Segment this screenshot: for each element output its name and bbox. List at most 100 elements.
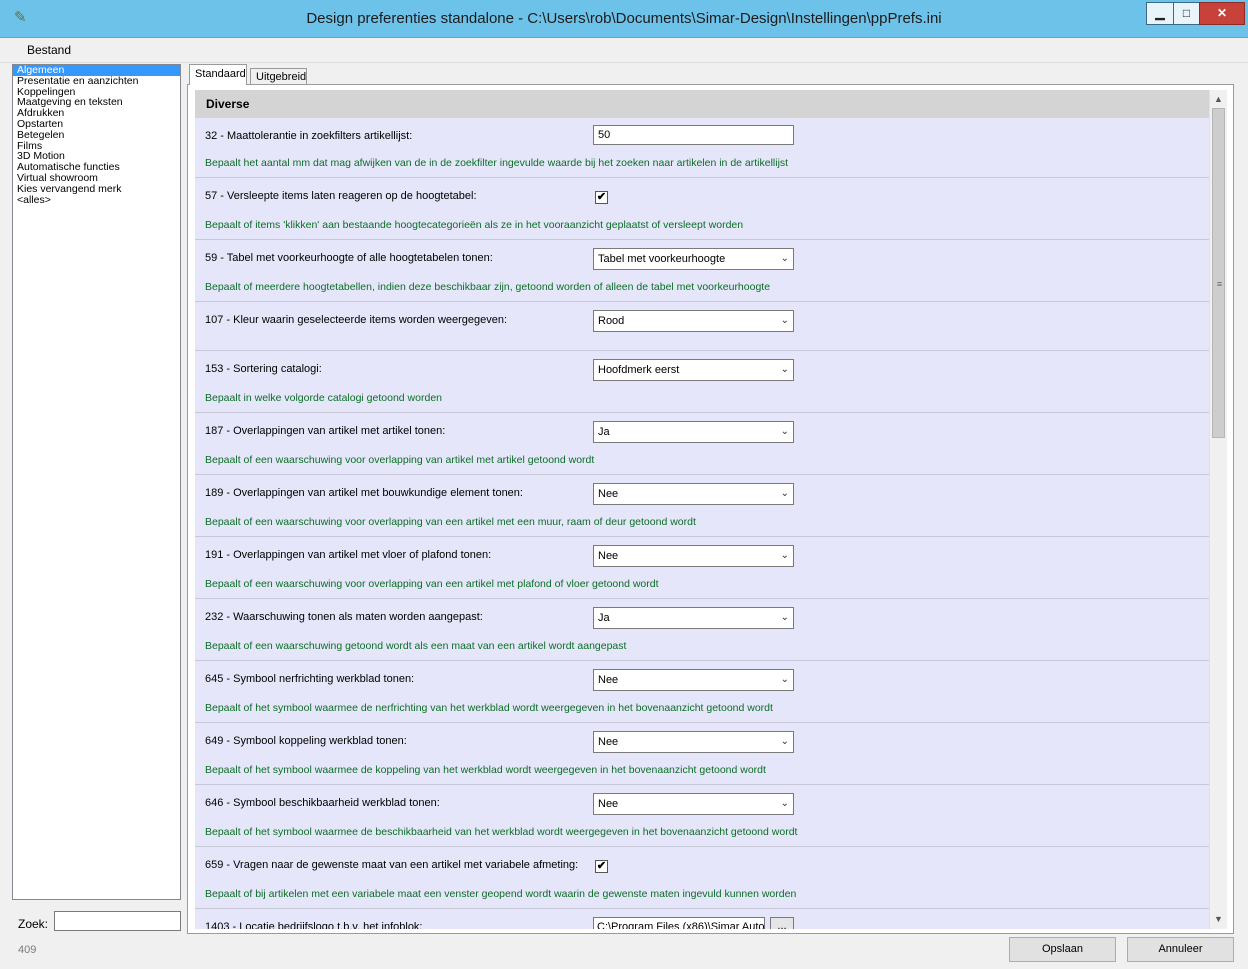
setting-dropdown[interactable]: Nee ⌄ — [593, 669, 794, 691]
dropdown-value: Rood — [598, 315, 625, 327]
setting-label: 191 - Overlappingen van artikel met vloe… — [205, 549, 492, 561]
settings-grid: Diverse 32 - Maattolerantie in zoekfilte… — [195, 90, 1209, 929]
section-header: Diverse — [195, 90, 1209, 118]
item-count: 409 — [18, 944, 37, 956]
setting-row: 187 - Overlappingen van artikel met arti… — [195, 413, 1209, 475]
grip-icon: ≡ — [1216, 279, 1223, 289]
setting-dropdown[interactable]: Nee ⌄ — [593, 731, 794, 753]
setting-row: 59 - Tabel met voorkeurhoogte of alle ho… — [195, 240, 1209, 302]
setting-checkbox[interactable]: ✔ — [595, 191, 608, 204]
minimize-button[interactable]: ▁ — [1146, 2, 1174, 25]
chevron-down-icon: ⌄ — [780, 488, 789, 499]
setting-dropdown[interactable]: Hoofdmerk eerst ⌄ — [593, 359, 794, 381]
close-button[interactable]: ✕ — [1199, 2, 1245, 25]
setting-dropdown[interactable]: Ja ⌄ — [593, 607, 794, 629]
setting-label: 189 - Overlappingen van artikel met bouw… — [205, 487, 523, 499]
setting-dropdown[interactable]: Rood ⌄ — [593, 310, 794, 332]
chevron-down-icon: ⌄ — [780, 612, 789, 623]
maximize-button[interactable]: □ — [1173, 2, 1200, 25]
setting-row: 646 - Symbool beschikbaarheid werkblad t… — [195, 785, 1209, 847]
title-bar: ✎ Design preferenties standalone - C:\Us… — [0, 0, 1248, 38]
setting-row: 232 - Waarschuwing tonen als maten worde… — [195, 599, 1209, 661]
dropdown-value: Nee — [598, 798, 619, 810]
setting-description: Bepaalt of items 'klikken' aan bestaande… — [205, 219, 744, 231]
setting-checkbox[interactable]: ✔ — [595, 860, 608, 873]
setting-label: 646 - Symbool beschikbaarheid werkblad t… — [205, 797, 440, 809]
cancel-button[interactable]: Annuleer — [1127, 937, 1234, 962]
chevron-down-icon: ⌄ — [780, 736, 789, 747]
setting-row: 649 - Symbool koppeling werkblad tonen: N… — [195, 723, 1209, 785]
setting-dropdown[interactable]: Tabel met voorkeurhoogte ⌄ — [593, 248, 794, 270]
setting-label: 649 - Symbool koppeling werkblad tonen: — [205, 735, 407, 747]
setting-row: 645 - Symbool nerfrichting werkblad tone… — [195, 661, 1209, 723]
setting-description: Bepaalt of het symbool waarmee de nerfri… — [205, 702, 773, 714]
setting-row: 107 - Kleur waarin geselecteerde items w… — [195, 302, 1209, 351]
window-title: Design preferenties standalone - C:\User… — [306, 10, 942, 27]
chevron-down-icon: ⌄ — [780, 426, 789, 437]
setting-label: 645 - Symbool nerfrichting werkblad tone… — [205, 673, 415, 685]
setting-label: 1403 - Locatie bedrijfslogo t.b.v. het i… — [205, 921, 423, 929]
setting-row: 1403 - Locatie bedrijfslogo t.b.v. het i… — [195, 909, 1209, 929]
menu-bestand[interactable]: Bestand — [27, 43, 71, 57]
setting-dropdown[interactable]: Nee ⌄ — [593, 545, 794, 567]
setting-description: Bepaalt of een waarschuwing voor overlap… — [205, 454, 595, 466]
dropdown-value: Ja — [598, 426, 610, 438]
category-item[interactable]: Presentatie en aanzichten — [13, 75, 180, 87]
category-item[interactable]: <alles> — [13, 194, 180, 206]
save-button[interactable]: Opslaan — [1009, 937, 1116, 962]
setting-label: 659 - Vragen naar de gewenste maat van e… — [205, 859, 579, 871]
chevron-down-icon: ⌄ — [780, 315, 789, 326]
setting-label: 153 - Sortering catalogi: — [205, 363, 322, 375]
dropdown-value: Nee — [598, 674, 619, 686]
setting-description: Bepaalt of een waarschuwing getoond word… — [205, 640, 627, 652]
setting-description: Bepaalt of het symbool waarmee de beschi… — [205, 826, 798, 838]
category-item[interactable]: Betegelen — [13, 129, 180, 141]
chevron-down-icon: ⌄ — [780, 253, 789, 264]
setting-description: Bepaalt het aantal mm dat mag afwijken v… — [205, 157, 789, 169]
setting-dropdown[interactable]: Nee ⌄ — [593, 483, 794, 505]
scroll-thumb[interactable]: ≡ — [1212, 108, 1225, 438]
setting-description: Bepaalt of meerdere hoogtetabellen, indi… — [205, 281, 771, 293]
setting-label: 57 - Versleepte items laten reageren op … — [205, 190, 477, 202]
chevron-down-icon: ⌄ — [780, 674, 789, 685]
tab-uitgebreid[interactable]: Uitgebreid — [250, 68, 307, 85]
setting-row: 189 - Overlappingen van artikel met bouw… — [195, 475, 1209, 537]
dropdown-value: Hoofdmerk eerst — [598, 364, 680, 376]
setting-description: Bepaalt of een waarschuwing voor overlap… — [205, 516, 696, 528]
dropdown-value: Nee — [598, 550, 619, 562]
scroll-down-icon[interactable]: ▼ — [1210, 911, 1227, 928]
search-input[interactable] — [54, 911, 181, 931]
setting-description: Bepaalt of bij artikelen met een variabe… — [205, 888, 797, 900]
chevron-down-icon: ⌄ — [780, 364, 789, 375]
setting-label: 232 - Waarschuwing tonen als maten worde… — [205, 611, 483, 623]
tab-standaard[interactable]: Standaard — [189, 64, 247, 85]
setting-dropdown[interactable]: Nee ⌄ — [593, 793, 794, 815]
setting-description: Bepaalt of een waarschuwing voor overlap… — [205, 578, 659, 590]
dropdown-value: Ja — [598, 612, 610, 624]
dropdown-value: Nee — [598, 488, 619, 500]
chevron-down-icon: ⌄ — [780, 550, 789, 561]
setting-label: 107 - Kleur waarin geselecteerde items w… — [205, 314, 508, 326]
search-label: Zoek: — [18, 917, 49, 931]
browse-button[interactable]: ... — [770, 917, 794, 929]
vertical-scrollbar[interactable]: ▲ ≡ ▼ — [1209, 90, 1227, 929]
setting-row: 153 - Sortering catalogi: Hoofdmerk eerst… — [195, 351, 1209, 413]
setting-description: Bepaalt in welke volgorde catalogi getoo… — [205, 392, 442, 404]
setting-row: 659 - Vragen naar de gewenste maat van e… — [195, 847, 1209, 909]
menu-bar: Bestand — [0, 38, 1248, 63]
setting-description: Bepaalt of het symbool waarmee de koppel… — [205, 764, 766, 776]
category-item[interactable]: Kies vervangend merk — [13, 183, 180, 195]
setting-dropdown[interactable]: Ja ⌄ — [593, 421, 794, 443]
setting-label: 32 - Maattolerantie in zoekfilters artik… — [205, 130, 413, 142]
dropdown-value: Nee — [598, 736, 619, 748]
category-list[interactable]: Algemeen Presentatie en aanzichten Koppeli… — [12, 64, 181, 900]
setting-label: 187 - Overlappingen van artikel met arti… — [205, 425, 446, 437]
chevron-down-icon: ⌄ — [780, 798, 789, 809]
setting-row: 57 - Versleepte items laten reageren op … — [195, 178, 1209, 240]
setting-path-field[interactable]: C:\Program Files (x86)\Simar Autom — [593, 917, 765, 929]
setting-text-field[interactable]: 50 — [593, 125, 794, 145]
scroll-up-icon[interactable]: ▲ — [1210, 91, 1227, 108]
dropdown-value: Tabel met voorkeurhoogte — [598, 253, 726, 265]
setting-row: 191 - Overlappingen van artikel met vloe… — [195, 537, 1209, 599]
setting-row: 32 - Maattolerantie in zoekfilters artik… — [195, 118, 1209, 178]
